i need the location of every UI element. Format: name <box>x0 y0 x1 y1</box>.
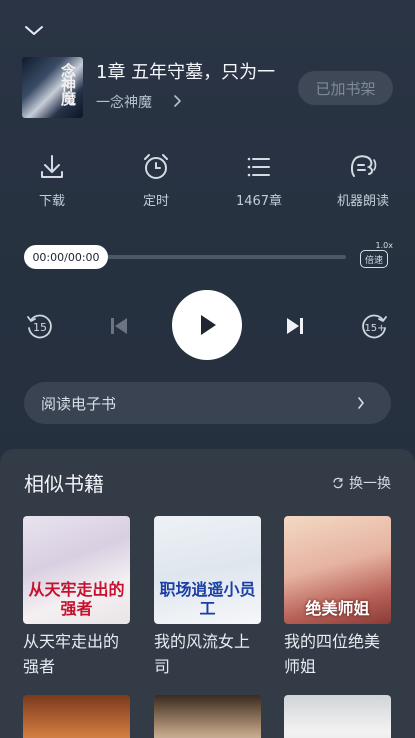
timer-button[interactable]: 定时 <box>116 152 196 209</box>
book-card[interactable]: 从天牢走出的强者 从天牢走出的强者 <box>23 516 130 679</box>
previous-chapter-icon[interactable] <box>108 315 130 337</box>
tts-read-button[interactable]: 机器朗读 <box>323 152 403 209</box>
chevron-right-icon <box>358 397 364 409</box>
book-cover[interactable]: 念神魔 <box>22 57 83 118</box>
rewind-15-button[interactable]: 15 <box>24 311 54 341</box>
play-icon <box>201 315 216 335</box>
speed-label: 倍速 <box>360 250 388 268</box>
download-button[interactable]: 下载 <box>12 152 92 209</box>
chapter-list-icon <box>247 157 270 177</box>
tts-voice-icon <box>350 155 377 177</box>
book-cover-text: 职场逍遥小员工 <box>159 580 256 618</box>
book-card[interactable]: 绝美师姐 我的四位绝美师姐 <box>284 516 391 679</box>
book-card-partial[interactable] <box>23 695 130 738</box>
progress-time-thumb[interactable]: 00:00/00:00 <box>24 245 108 269</box>
alarm-clock-icon <box>144 154 168 179</box>
collapse-chevron-icon[interactable] <box>22 20 46 40</box>
book-card[interactable]: 职场逍遥小员工 我的风流女上司 <box>154 516 261 679</box>
book-cover-text: 从天牢走出的强者 <box>28 580 125 618</box>
progress-row: 00:00/00:00 倍速 1.0x <box>24 241 394 270</box>
read-ebook-label: 阅读电子书 <box>41 395 117 413</box>
chevron-right-icon <box>174 95 181 107</box>
chapter-list-button[interactable]: 1467章 <box>219 152 299 209</box>
download-label: 下载 <box>38 194 65 209</box>
author-link[interactable]: 一念神魔 <box>96 92 152 112</box>
refresh-button[interactable]: 换一换 <box>332 473 391 493</box>
speed-value: 1.0x <box>374 241 394 250</box>
book-cover: 从天牢走出的强者 <box>23 516 130 624</box>
forward-15-button[interactable]: 15+ <box>360 311 392 341</box>
tts-label: 机器朗读 <box>336 194 389 209</box>
refresh-label: 换一换 <box>349 476 391 492</box>
book-card-partial[interactable] <box>154 695 261 738</box>
book-cover: 职场逍遥小员工 <box>154 516 261 624</box>
added-to-shelf-button[interactable]: 已加书架 <box>298 71 393 105</box>
book-cover-text: 绝美师姐 <box>305 599 370 618</box>
playback-speed-button[interactable]: 倍速 1.0x <box>360 241 394 270</box>
playback-controls: 15 15+ <box>0 290 415 362</box>
read-ebook-button[interactable]: 阅读电子书 <box>24 382 391 424</box>
next-chapter-icon[interactable] <box>284 315 306 337</box>
timer-label: 定时 <box>142 194 169 209</box>
action-row: 下载 定时 1467章 机器朗读 <box>0 152 415 212</box>
player-header: 念神魔 1章 五年守墓，只为一 一念神魔 已加书架 <box>22 57 393 119</box>
download-icon <box>41 155 63 178</box>
forward-label: 15+ <box>364 323 385 334</box>
book-cover: 绝美师姐 <box>284 516 391 624</box>
book-card-partial[interactable] <box>284 695 391 738</box>
similar-books-panel: 相似书籍 换一换 从天牢走出的强者 从天牢走出的强者 职场逍遥小员工 我的风流女… <box>0 449 415 738</box>
refresh-icon <box>333 477 343 489</box>
play-button[interactable] <box>172 290 242 360</box>
cover-title-text: 念神魔 <box>59 63 77 105</box>
chapter-title: 1章 五年守墓，只为一 <box>96 62 276 83</box>
rewind-label: 15 <box>33 321 47 334</box>
chapter-count-label: 1467章 <box>235 194 283 209</box>
similar-books-title: 相似书籍 <box>24 472 104 496</box>
book-title: 我的风流女上司 <box>154 632 251 676</box>
book-title: 我的四位绝美师姐 <box>284 632 381 676</box>
book-title: 从天牢走出的强者 <box>23 632 120 676</box>
